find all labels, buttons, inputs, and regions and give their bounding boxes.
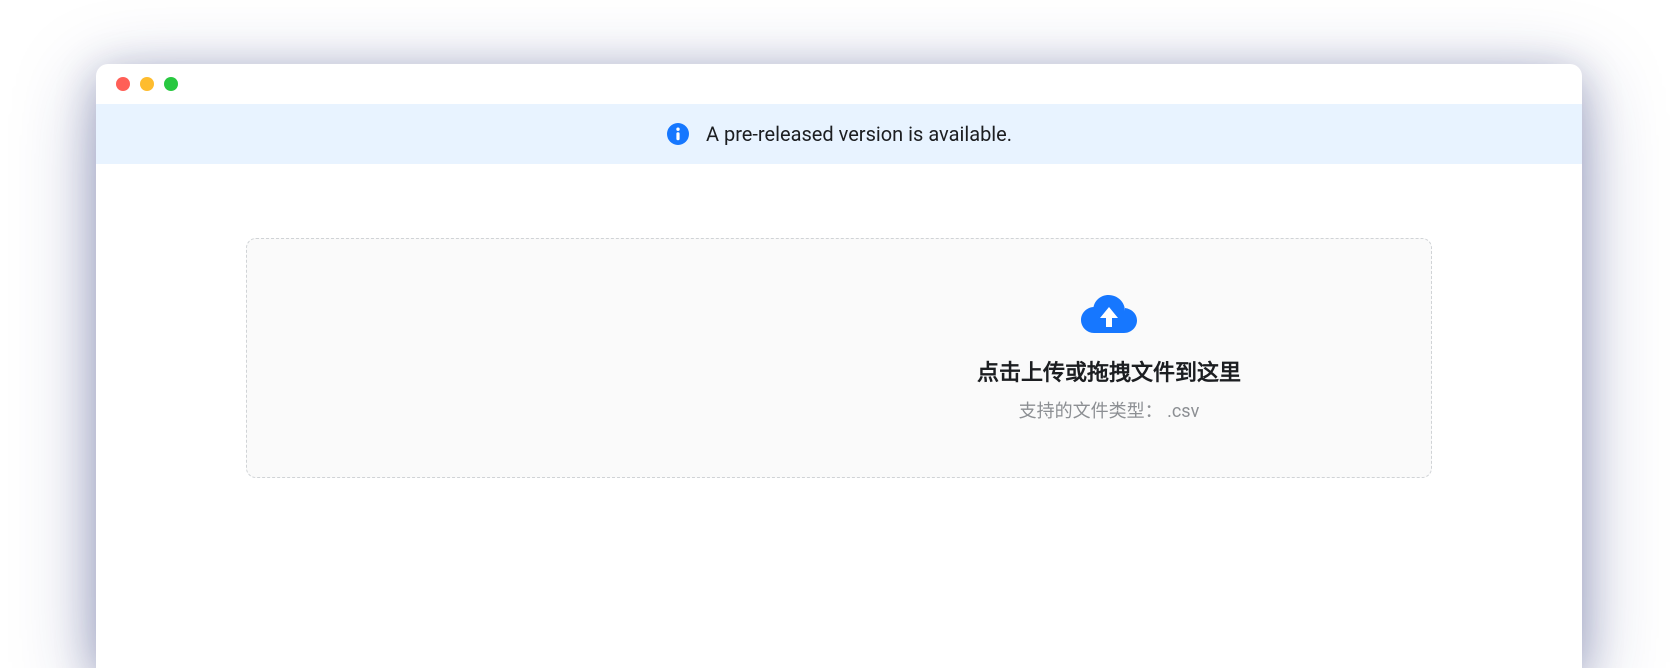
file-upload-dropzone[interactable]: 点击上传或拖拽文件到这里 支持的文件类型： .csv [246, 238, 1432, 478]
cloud-upload-icon [1081, 293, 1137, 337]
upload-subtitle: 支持的文件类型： .csv [1019, 397, 1200, 423]
info-alert-banner: A pre-released version is available. [96, 104, 1582, 164]
alert-message: A pre-released version is available. [706, 122, 1012, 146]
upload-title: 点击上传或拖拽文件到这里 [977, 355, 1241, 387]
main-content: 点击上传或拖拽文件到这里 支持的文件类型： .csv [96, 164, 1582, 668]
app-window: A pre-released version is available. 点击上… [96, 64, 1582, 668]
window-titlebar [96, 64, 1582, 104]
close-window-button[interactable] [116, 77, 130, 91]
minimize-window-button[interactable] [140, 77, 154, 91]
maximize-window-button[interactable] [164, 77, 178, 91]
info-icon [666, 122, 690, 146]
